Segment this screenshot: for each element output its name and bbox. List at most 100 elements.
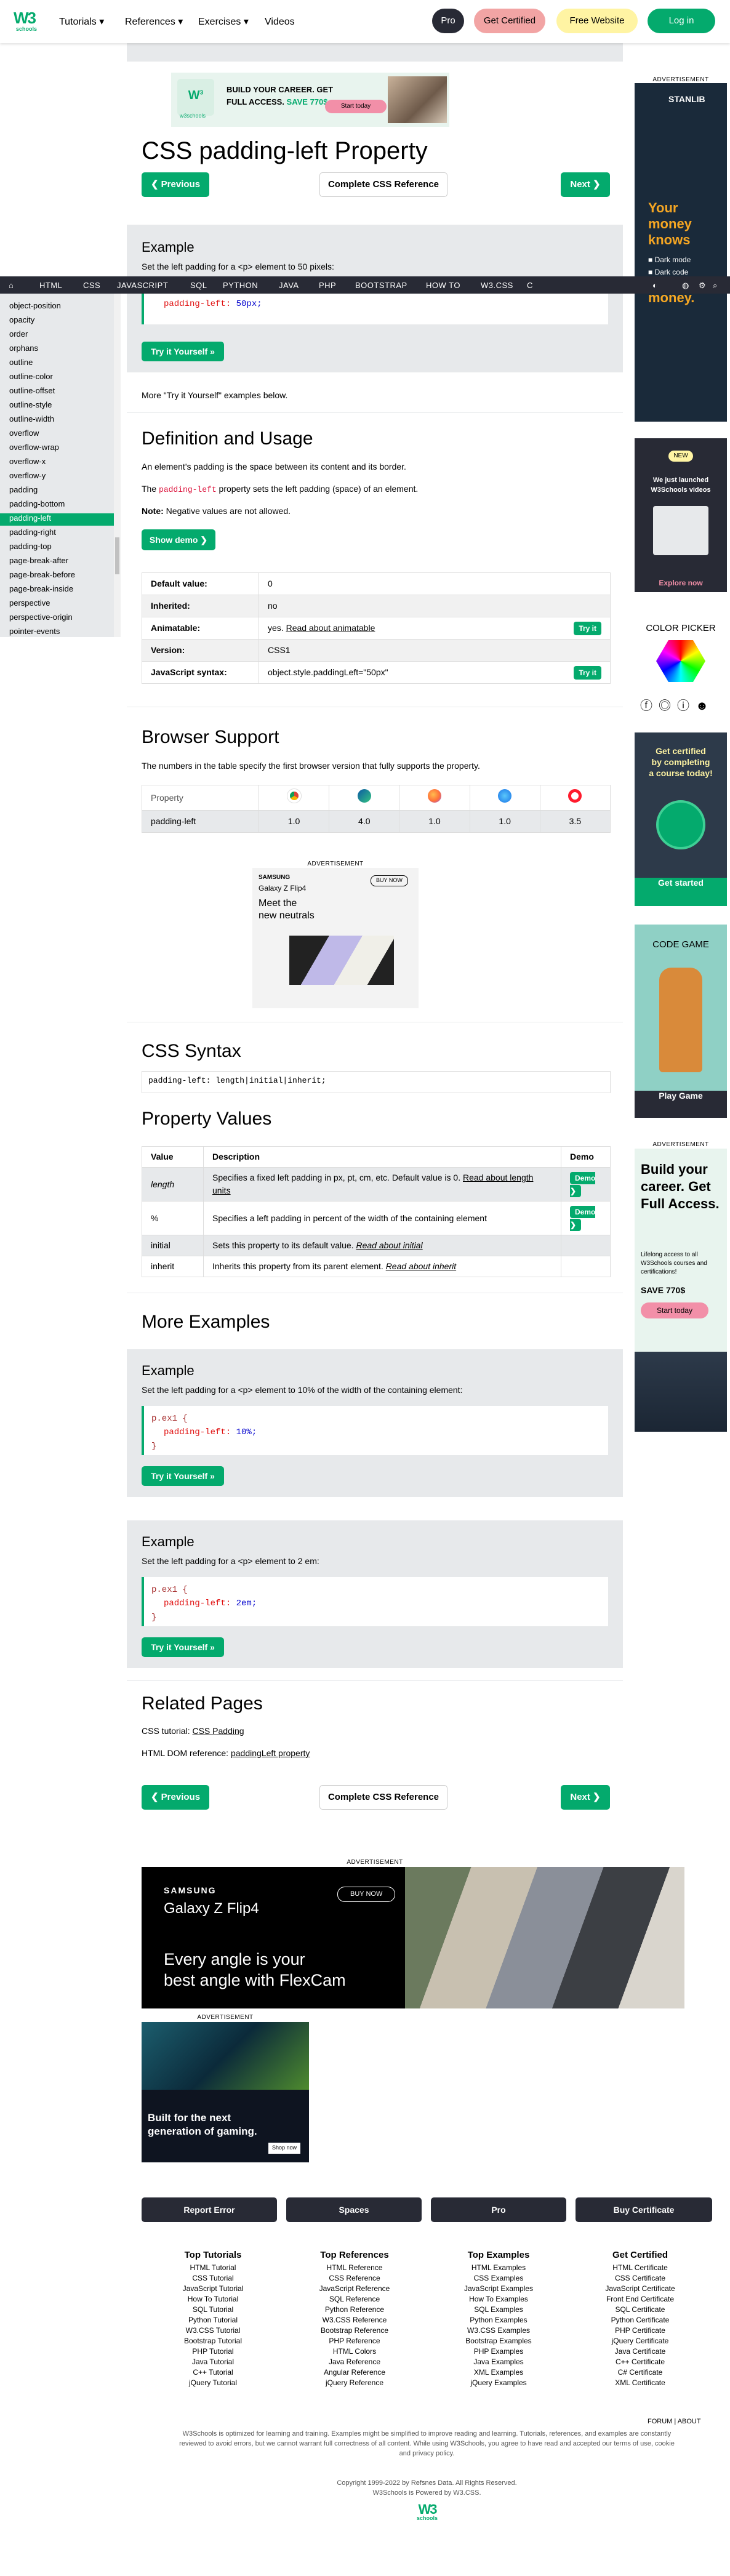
footer-link[interactable]: Bootstrap Reference (299, 2325, 410, 2336)
sidebar-item[interactable]: page-break-after (9, 555, 68, 567)
footer-link[interactable]: HTML Colors (299, 2346, 410, 2357)
ad-buy-now-button[interactable]: BUY NOW (337, 1887, 396, 1902)
footer-link[interactable]: W3.CSS Reference (299, 2315, 410, 2325)
footer-link[interactable]: How To Examples (443, 2294, 554, 2305)
footer-link[interactable]: JavaScript Certificate (585, 2284, 696, 2294)
footer-link[interactable]: SQL Examples (443, 2305, 554, 2315)
read-about-animatable-link[interactable]: Read about animatable (286, 623, 375, 633)
footer-link[interactable]: Bootstrap Examples (443, 2336, 554, 2346)
free-website-button[interactable]: Free Website (556, 9, 638, 33)
w3schools-access-ad[interactable]: Build your career. Get Full Access. Lifelo… (635, 1149, 727, 1432)
sidebar-item[interactable]: outline-color (9, 371, 53, 383)
try-it-yourself-button[interactable]: Try it Yourself » (142, 1466, 224, 1486)
footer-link[interactable]: C++ Certificate (585, 2357, 696, 2367)
explore-now-link[interactable]: Explore now (635, 577, 727, 588)
sidebar-item[interactable]: outline-offset (9, 385, 55, 397)
footer-link[interactable]: CSS Reference (299, 2273, 410, 2284)
read-about-inherit-link[interactable]: Read about inherit (386, 1261, 456, 1271)
try-it-button[interactable]: Try it (574, 621, 601, 635)
show-demo-button[interactable]: Show demo ❯ (142, 529, 215, 550)
samsung-flexcam-ad[interactable]: SAMSUNG Galaxy Z Flip4 BUY NOW Every ang… (142, 1867, 684, 2008)
footer-link[interactable]: Python Tutorial (158, 2315, 268, 2325)
navbar-bootstrap[interactable]: BOOTSTRAP (355, 279, 407, 292)
demo-button[interactable]: Demo ❯ (570, 1206, 596, 1231)
top-ad-banner[interactable]: W3 w3schools BUILD YOUR CAREER. GET FULL… (171, 73, 449, 127)
footer-link[interactable]: HTML Certificate (585, 2263, 696, 2273)
forum-link[interactable]: FORUM (648, 2418, 672, 2425)
nav-references[interactable]: References ▾ (125, 15, 183, 30)
footer-link[interactable]: jQuery Examples (443, 2378, 554, 2388)
w3schools-logo[interactable]: W3 schools (14, 7, 42, 36)
footer-link[interactable]: XML Certificate (585, 2378, 696, 2388)
footer-link[interactable]: Angular Reference (299, 2367, 410, 2378)
footer-w3schools-logo[interactable]: W3 schools (414, 2502, 441, 2530)
sidebar-item[interactable]: padding (9, 484, 38, 496)
search-icon[interactable]: ⌕ (713, 279, 718, 292)
footer-link[interactable]: jQuery Certificate (585, 2336, 696, 2346)
get-started-button[interactable]: Get started (635, 878, 727, 906)
settings-icon[interactable]: ⚙ (699, 279, 706, 292)
samsung-ad[interactable]: SAMSUNG Galaxy Z Flip4 BUY NOW Meet the … (252, 868, 419, 1008)
css-padding-link[interactable]: CSS Padding (192, 1726, 244, 1736)
footer-link[interactable]: HTML Examples (443, 2263, 554, 2273)
report-error-button[interactable]: Report Error (142, 2197, 277, 2222)
spaces-button[interactable]: Spaces (286, 2197, 422, 2222)
sidebar-scrollbar-thumb[interactable] (115, 537, 119, 574)
navbar-javascript[interactable]: JAVASCRIPT (117, 279, 168, 292)
footer-link[interactable]: C++ Tutorial (158, 2367, 268, 2378)
pro-button[interactable]: Pro (432, 9, 464, 33)
try-it-yourself-button[interactable]: Try it Yourself » (142, 342, 224, 361)
footer-link[interactable]: JavaScript Reference (299, 2284, 410, 2294)
linkedin-icon[interactable]: ⓘ (677, 699, 696, 713)
footer-link[interactable]: Java Examples (443, 2357, 554, 2367)
footer-link[interactable]: JavaScript Tutorial (158, 2284, 268, 2294)
sidebar-item[interactable]: padding-top (9, 540, 52, 553)
footer-link[interactable]: JavaScript Examples (443, 2284, 554, 2294)
footer-link[interactable]: SQL Reference (299, 2294, 410, 2305)
footer-link[interactable]: jQuery Tutorial (158, 2378, 268, 2388)
footer-link[interactable]: Python Examples (443, 2315, 554, 2325)
footer-link[interactable]: C# Certificate (585, 2367, 696, 2378)
pro-button-footer[interactable]: Pro (431, 2197, 566, 2222)
buy-certificate-button[interactable]: Buy Certificate (576, 2197, 712, 2222)
complete-css-reference-button-bottom[interactable]: Complete CSS Reference (319, 1785, 447, 1810)
login-button[interactable]: Log in (648, 9, 715, 33)
footer-link[interactable]: Python Certificate (585, 2315, 696, 2325)
navbar-css[interactable]: CSS (83, 279, 100, 292)
previous-button-bottom[interactable]: ❮ Previous (142, 1785, 209, 1810)
sidebar-item[interactable]: opacity (9, 314, 34, 326)
footer-link[interactable]: W3.CSS Examples (443, 2325, 554, 2336)
contrast-icon[interactable]: ◐ (652, 279, 657, 292)
sidebar-item[interactable]: order (9, 328, 28, 340)
footer-link[interactable]: Front End Certificate (585, 2294, 696, 2305)
sidebar-item[interactable]: orphans (9, 342, 38, 355)
navbar-python[interactable]: PYTHON (223, 279, 258, 292)
next-button[interactable]: Next ❯ (561, 172, 610, 197)
sidebar-item[interactable]: perspective-origin (9, 611, 73, 624)
gaming-ad[interactable]: Built for the next generation of gaming.… (142, 2022, 309, 2162)
sidebar-item[interactable]: perspective (9, 597, 50, 609)
sidebar-item[interactable]: padding-bottom (9, 498, 65, 510)
globe-icon[interactable]: ◍ (682, 279, 689, 292)
facebook-icon[interactable]: ⓕ (640, 699, 659, 713)
complete-css-reference-button[interactable]: Complete CSS Reference (319, 172, 447, 197)
footer-link[interactable]: Bootstrap Tutorial (158, 2336, 268, 2346)
footer-link[interactable]: PHP Examples (443, 2346, 554, 2357)
discord-icon[interactable]: ☻ (696, 699, 715, 713)
nav-videos[interactable]: Videos (265, 15, 295, 30)
footer-link[interactable]: W3.CSS Tutorial (158, 2325, 268, 2336)
try-it-button[interactable]: Try it (574, 665, 601, 680)
certification-promo[interactable]: Get certified by completing a course tod… (635, 732, 727, 906)
sidebar-item[interactable]: overflow-wrap (9, 441, 59, 454)
code-game-promo[interactable]: CODE GAME Play Game (635, 925, 727, 1118)
footer-link[interactable]: Java Certificate (585, 2346, 696, 2357)
sidebar-item[interactable]: overflow-x (9, 455, 46, 468)
ad-start-today-button[interactable]: Start today (325, 100, 387, 113)
footer-link[interactable]: How To Tutorial (158, 2294, 268, 2305)
next-button-bottom[interactable]: Next ❯ (561, 1785, 610, 1810)
footer-link[interactable]: Java Tutorial (158, 2357, 268, 2367)
read-about-initial-link[interactable]: Read about initial (356, 1240, 422, 1250)
footer-link[interactable]: HTML Reference (299, 2263, 410, 2273)
footer-link[interactable]: CSS Tutorial (158, 2273, 268, 2284)
footer-link[interactable]: XML Examples (443, 2367, 554, 2378)
